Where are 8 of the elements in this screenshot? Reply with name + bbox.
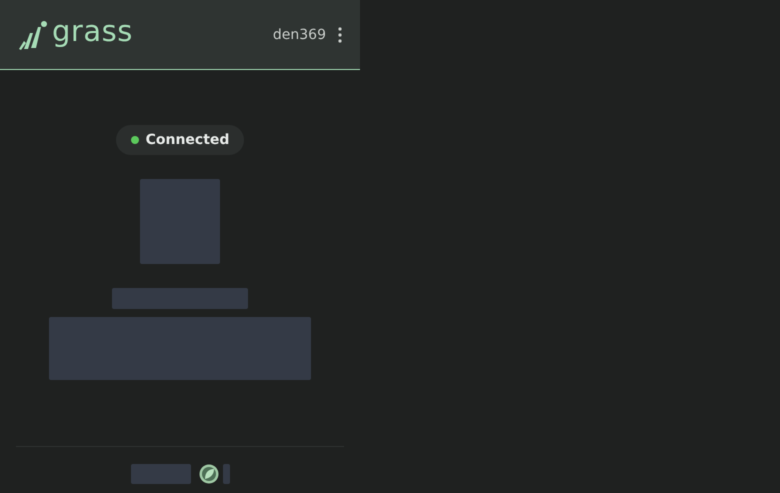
logo-text: grass (52, 17, 133, 46)
menu-icon[interactable] (338, 26, 342, 42)
text-skeleton (222, 464, 230, 484)
leaf-coin-icon (198, 464, 218, 484)
username: den369 (272, 26, 326, 42)
logo-icon (18, 18, 48, 50)
text-skeleton (130, 464, 190, 484)
status-label: Connected (146, 132, 230, 148)
